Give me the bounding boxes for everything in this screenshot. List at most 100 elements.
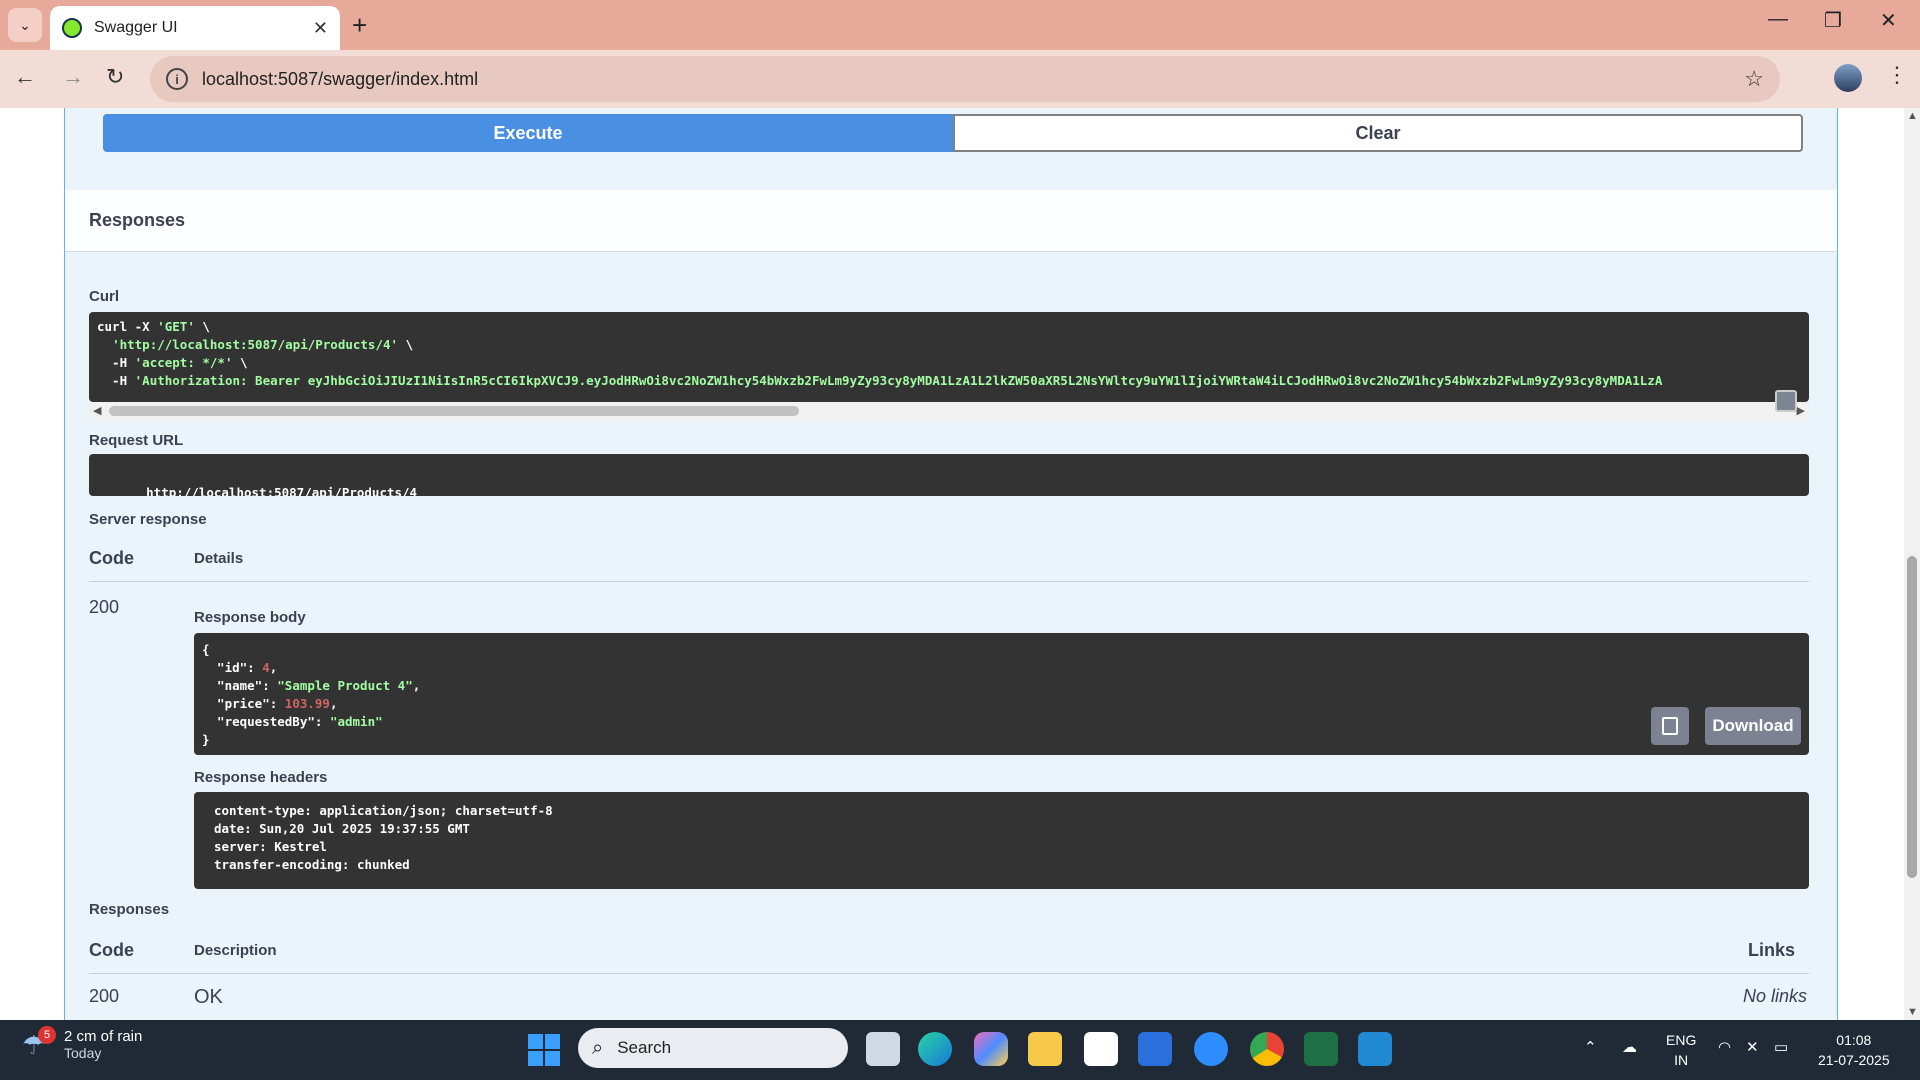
curl-string: 'http://localhost:5087/api/Products/4' <box>112 337 399 352</box>
request-url: http://localhost:5087/api/Products/4 <box>146 485 418 496</box>
copy-curl-icon[interactable] <box>1775 390 1797 412</box>
minimize-button[interactable]: — <box>1768 8 1788 31</box>
curl-line: curl -X 'GET' \ <box>97 318 1801 336</box>
profile-avatar[interactable] <box>1834 64 1862 92</box>
json-comma: , <box>269 660 278 675</box>
curl-text: \ <box>398 337 414 352</box>
curl-line: 'http://localhost:5087/api/Products/4' \ <box>97 336 1801 354</box>
copy-response-button[interactable] <box>1651 707 1689 745</box>
page-scrollbar-thumb[interactable] <box>1907 556 1917 878</box>
json-value: "Sample Product 4" <box>277 678 413 693</box>
show-hidden-icons[interactable]: ⌃ <box>1584 1038 1597 1056</box>
responses-section-header: Responses <box>65 190 1837 252</box>
request-url-label: Request URL <box>89 432 184 449</box>
curl-line: -H 'accept: */*' \ <box>97 354 1801 372</box>
code-header: Code <box>89 548 134 568</box>
clear-button[interactable]: Clear <box>953 114 1803 152</box>
curl-string: 'accept: */*' <box>134 355 233 370</box>
bookmark-star-icon[interactable]: ☆ <box>1744 66 1764 92</box>
maximize-button[interactable]: ❐ <box>1824 8 1842 33</box>
taskbar-search[interactable]: ⌕ Search <box>578 1028 848 1068</box>
operation-block: Execute Clear Responses Curl curl -X 'GE… <box>64 108 1838 1020</box>
onedrive-icon[interactable]: ☁ <box>1622 1038 1637 1056</box>
lang-bottom: IN <box>1674 1052 1689 1068</box>
search-icon: ⌕ <box>592 1036 604 1059</box>
json-comma: , <box>329 696 338 711</box>
json-key: "price": <box>202 696 285 711</box>
page-vertical-scrollbar[interactable]: ▲ ▼ <box>1904 108 1920 1020</box>
curl-label: Curl <box>89 288 119 305</box>
server-response-table-head: Code Details <box>89 536 1809 582</box>
curl-line: -H 'Authorization: Bearer eyJhbGciOiJIUz… <box>97 372 1801 390</box>
battery-icon[interactable]: ▭ <box>1774 1038 1788 1056</box>
vscode-icon[interactable] <box>1358 1032 1392 1066</box>
address-url[interactable]: localhost:5087/swagger/index.html <box>202 69 1744 90</box>
response-headers-label: Response headers <box>194 769 328 786</box>
json-value: "admin" <box>329 714 383 729</box>
scrollbar-thumb[interactable] <box>109 406 799 416</box>
scroll-down-icon[interactable]: ▼ <box>1907 1006 1918 1018</box>
wifi-icon[interactable]: ◠ <box>1718 1038 1731 1056</box>
scroll-up-icon[interactable]: ▲ <box>1907 110 1918 122</box>
download-button[interactable]: Download <box>1705 707 1801 745</box>
copy-icon <box>1662 717 1678 735</box>
forward-icon[interactable]: → <box>62 64 84 90</box>
json-brace: { <box>202 642 210 657</box>
browser-toolbar: ← → ↻ i localhost:5087/swagger/index.htm… <box>0 50 1920 108</box>
curl-text <box>97 337 112 352</box>
store-icon[interactable] <box>1084 1032 1118 1066</box>
curl-code-block[interactable]: curl -X 'GET' \ 'http://localhost:5087/a… <box>89 312 1809 402</box>
json-key: "name": <box>202 678 278 693</box>
window-close-button[interactable]: ✕ <box>1880 8 1897 33</box>
response-body-label: Response body <box>194 609 306 626</box>
json-line: "price": 103.99, <box>202 695 1801 713</box>
tab-menu-icon[interactable]: ⌄ <box>8 8 42 42</box>
copilot-icon[interactable] <box>974 1032 1008 1066</box>
responses-table-head: Code Description Links <box>89 928 1809 974</box>
description-header: Description <box>194 942 277 959</box>
response-body-block[interactable]: { "id": 4, "name": "Sample Product 4", "… <box>194 633 1809 755</box>
mylip-icon[interactable] <box>1138 1032 1172 1066</box>
system-clock[interactable]: 01:08 21-07-2025 <box>1818 1030 1890 1070</box>
json-line: "name": "Sample Product 4", <box>202 677 1801 695</box>
weather-widget[interactable]: ☂ 5 2 cm of rain Today <box>22 1025 142 1061</box>
address-bar[interactable]: i localhost:5087/swagger/index.html ☆ <box>150 56 1780 102</box>
chrome-icon[interactable] <box>1250 1032 1284 1066</box>
back-icon[interactable]: ← <box>14 64 36 90</box>
response-header-line: server: Kestrel <box>214 839 327 854</box>
json-line: "requestedBy": "admin" <box>202 713 1801 731</box>
links-header: Links <box>1747 940 1795 960</box>
new-tab-button[interactable]: + <box>352 10 367 41</box>
windows-start-icon[interactable] <box>528 1034 560 1066</box>
curl-text: -H <box>97 355 135 370</box>
excel-icon[interactable] <box>1304 1032 1338 1066</box>
response-header-line: date: Sun,20 Jul 2025 19:37:55 GMT <box>214 821 470 836</box>
help-icon[interactable] <box>1194 1032 1228 1066</box>
edge-icon[interactable] <box>918 1032 952 1066</box>
scroll-left-icon[interactable]: ◀ <box>93 404 101 417</box>
tab-close-icon[interactable]: ✕ <box>313 18 328 39</box>
folder-icon[interactable] <box>1028 1032 1062 1066</box>
browser-tab[interactable]: Swagger UI ✕ <box>50 6 340 50</box>
scroll-right-icon[interactable]: ▶ <box>1797 404 1805 417</box>
tab-title: Swagger UI <box>94 19 178 36</box>
clock-time: 01:08 <box>1836 1032 1872 1048</box>
responses-table-title: Responses <box>89 901 170 918</box>
volume-muted-icon[interactable]: ✕ <box>1746 1038 1759 1056</box>
site-info-icon[interactable]: i <box>166 68 188 90</box>
browser-menu-icon[interactable]: ⋮ <box>1886 62 1908 88</box>
json-comma: , <box>412 678 421 693</box>
task-view-icon[interactable] <box>866 1032 900 1066</box>
curl-horizontal-scrollbar[interactable]: ◀ ▶ <box>89 402 1809 420</box>
execute-button[interactable]: Execute <box>103 114 953 152</box>
weather-sub: Today <box>64 1045 102 1061</box>
reload-icon[interactable]: ↻ <box>106 64 124 90</box>
lang-top: ENG <box>1666 1032 1697 1048</box>
response-headers-block[interactable]: content-type: application/json; charset=… <box>194 792 1809 889</box>
search-label: Search <box>617 1038 672 1057</box>
language-indicator[interactable]: ENG IN <box>1666 1030 1696 1070</box>
json-value: 4 <box>262 660 270 675</box>
request-url-block[interactable]: http://localhost:5087/api/Products/4 <box>89 454 1809 496</box>
json-key: "id": <box>202 660 263 675</box>
json-line: "id": 4, <box>202 659 1801 677</box>
